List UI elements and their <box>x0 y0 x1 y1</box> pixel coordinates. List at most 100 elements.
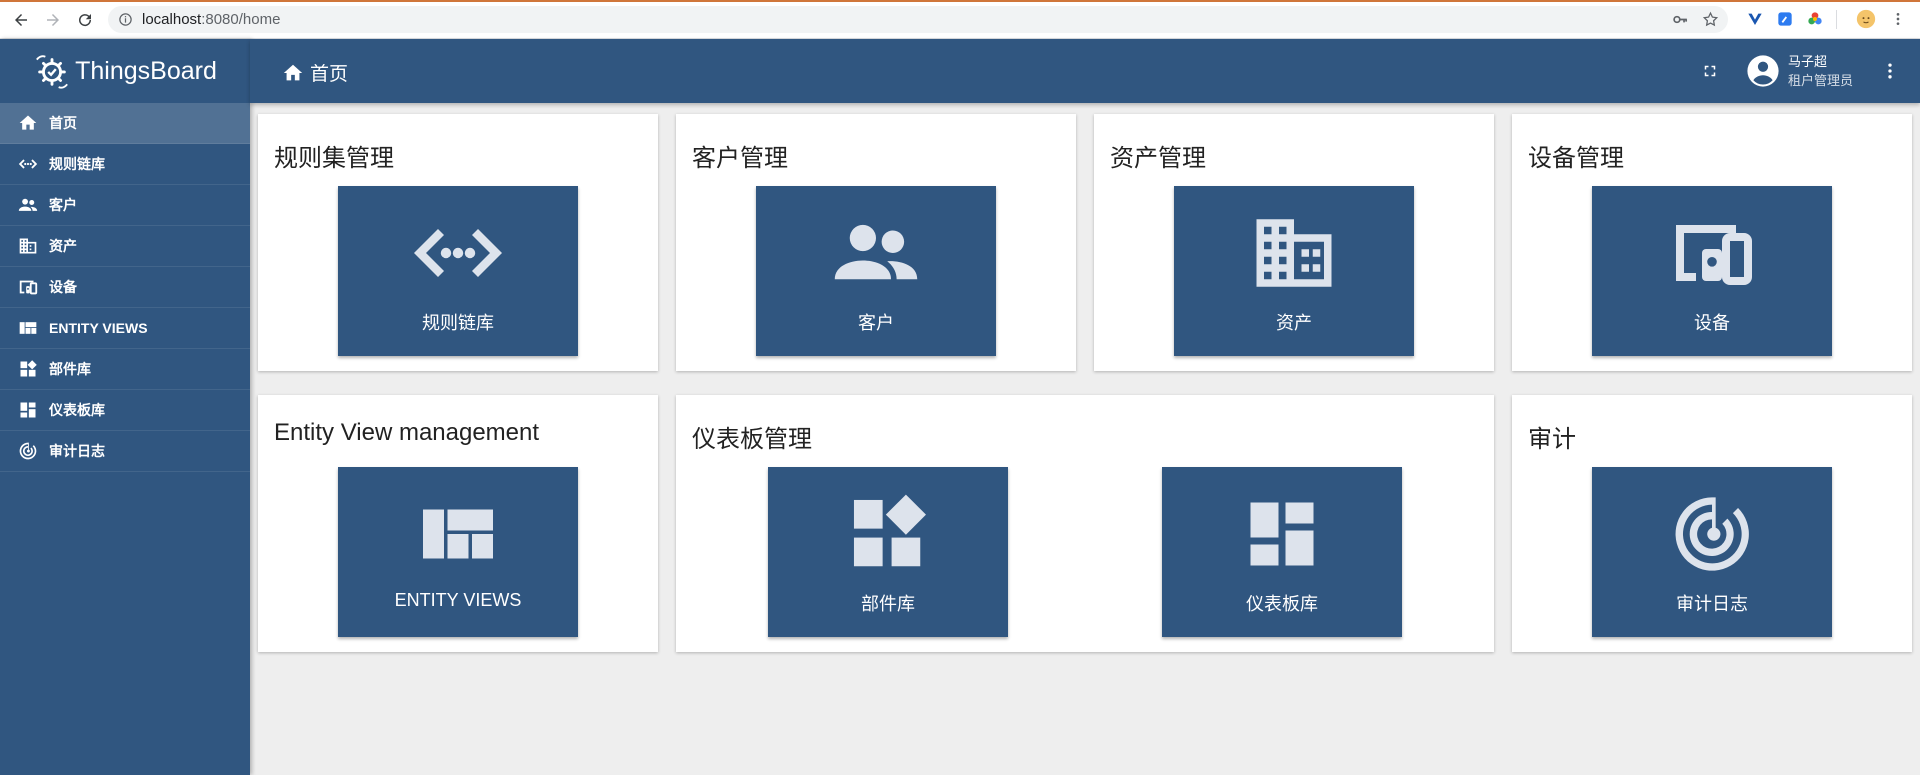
home-icon <box>283 64 303 80</box>
building-icon <box>1244 208 1344 298</box>
card-title: 规则集管理 <box>274 145 394 172</box>
card-dashboard-management: 仪表板管理 部件库 仪表板库 <box>676 395 1494 652</box>
avatar-icon <box>1856 9 1876 29</box>
tile-audit-logs[interactable]: 审计日志 <box>1592 467 1832 637</box>
tile-label: 审计日志 <box>1676 594 1748 614</box>
fullscreen-icon <box>1704 65 1716 77</box>
sidebar-item-label: ENTITY VIEWS <box>49 320 148 336</box>
url-text: localhost:8080/home <box>142 11 280 28</box>
card-audit: 审计 审计日志 <box>1512 395 1912 652</box>
tile-assets[interactable]: 资产 <box>1174 186 1414 356</box>
url-host: localhost <box>142 11 202 28</box>
sidebar-item-label: 审计日志 <box>49 443 105 459</box>
sidebar-item-label: 首页 <box>49 115 77 131</box>
tile-entity-views[interactable]: ENTITY VIEWS <box>338 467 578 637</box>
back-button[interactable] <box>9 8 33 32</box>
account-circle-icon <box>1747 55 1779 87</box>
sidebar-item-rule-chains[interactable]: 规则链库 <box>0 144 250 185</box>
sidebar-item-label: 客户 <box>49 197 77 213</box>
sidebar-item-dashboards[interactable]: 仪表板库 <box>0 390 250 431</box>
card-title: 客户管理 <box>692 145 788 172</box>
home-icon <box>17 112 39 134</box>
reload-button[interactable] <box>73 8 97 32</box>
user-name: 马子超 <box>1788 54 1828 69</box>
vertical-dots-icon <box>1888 63 1892 79</box>
star-icon[interactable] <box>1702 11 1719 28</box>
people-icon <box>826 208 926 298</box>
track-changes-icon <box>17 440 39 462</box>
devices-icon <box>1662 208 1762 298</box>
sidebar-item-label: 规则链库 <box>49 156 105 172</box>
card-entity-view-management: Entity View management ENTITY VIEWS <box>258 395 658 652</box>
sidebar-item-label: 仪表板库 <box>49 402 105 418</box>
tile-devices[interactable]: 设备 <box>1592 186 1832 356</box>
brand-logo[interactable]: ThingsBoard <box>0 39 250 103</box>
browser-menu-button[interactable] <box>1888 9 1908 29</box>
reload-icon <box>79 14 92 27</box>
card-asset-management: 资产管理 资产 <box>1094 114 1494 371</box>
view-quilt-icon <box>17 317 39 339</box>
card-rule-chain-management: 规则集管理 规则链库 <box>258 114 658 371</box>
card-title: 资产管理 <box>1110 145 1206 172</box>
breadcrumb[interactable]: 首页 <box>282 59 348 86</box>
tile-label: ENTITY VIEWS <box>394 590 522 610</box>
sidebar-item-assets[interactable]: 资产 <box>0 226 250 267</box>
top-header: 首页 马子超 租户管理员 <box>250 39 1920 103</box>
user-info: 马子超 租户管理员 <box>1788 52 1853 90</box>
code-arrows-icon <box>408 208 508 298</box>
arrow-right-icon <box>47 14 59 26</box>
track-changes-icon <box>1662 489 1762 579</box>
extension-vue-icon[interactable] <box>1745 9 1765 29</box>
code-arrows-icon <box>17 153 39 175</box>
card-title: 审计 <box>1528 426 1576 453</box>
tile-label: 设备 <box>1694 313 1730 333</box>
sidebar-item-home[interactable]: 首页 <box>0 103 250 144</box>
sidebar-item-devices[interactable]: 设备 <box>0 267 250 308</box>
dashboard-icon <box>17 399 39 421</box>
brand-name: ThingsBoard <box>75 56 217 85</box>
tile-customers[interactable]: 客户 <box>756 186 996 356</box>
info-icon[interactable] <box>118 12 133 27</box>
sidebar-item-label: 资产 <box>49 238 77 254</box>
tile-label: 资产 <box>1276 313 1312 333</box>
sidebar-item-entity-views[interactable]: ENTITY VIEWS <box>0 308 250 349</box>
dashboard-icon <box>1232 489 1332 579</box>
tile-widgets-library[interactable]: 部件库 <box>768 467 1008 637</box>
sidebar-item-widgets[interactable]: 部件库 <box>0 349 250 390</box>
card-title: 设备管理 <box>1528 145 1624 172</box>
browser-toolbar: localhost:8080/home <box>0 0 1920 39</box>
thingsboard-logo-icon <box>36 55 69 89</box>
sidebar-item-customers[interactable]: 客户 <box>0 185 250 226</box>
people-icon <box>17 194 39 216</box>
view-quilt-icon <box>408 489 508 579</box>
key-icon[interactable] <box>1672 11 1689 28</box>
card-device-management: 设备管理 设备 <box>1512 114 1912 371</box>
tile-label: 客户 <box>858 313 894 333</box>
vertical-dots-icon <box>1896 13 1900 25</box>
building-icon <box>17 235 39 257</box>
tile-label: 规则链库 <box>422 313 494 333</box>
card-title: Entity View management <box>274 419 540 446</box>
sidebar-item-label: 部件库 <box>49 361 91 377</box>
fullscreen-button[interactable] <box>1698 59 1722 83</box>
toolbar-divider <box>1836 10 1837 29</box>
breadcrumb-label: 首页 <box>310 64 349 85</box>
more-options-button[interactable] <box>1878 59 1902 83</box>
profile-avatar[interactable] <box>1856 9 1876 29</box>
sidebar-item-audit-logs[interactable]: 审计日志 <box>0 431 250 472</box>
widgets-icon <box>838 489 938 579</box>
devices-icon <box>17 276 39 298</box>
extension-colorful-icon[interactable] <box>1805 9 1825 29</box>
forward-button[interactable] <box>41 8 65 32</box>
widgets-icon <box>17 358 39 380</box>
tile-dashboards[interactable]: 仪表板库 <box>1162 467 1402 637</box>
tile-label: 部件库 <box>861 594 915 614</box>
card-customer-management: 客户管理 客户 <box>676 114 1076 371</box>
sidebar: ThingsBoard 首页 规则链库 客户 资产 设备 ENTITY VIEW… <box>0 39 250 775</box>
user-role: 租户管理员 <box>1788 73 1854 88</box>
extension-blue-icon[interactable] <box>1775 9 1795 29</box>
user-menu[interactable]: 马子超 租户管理员 <box>1746 51 1853 91</box>
tile-rule-chains[interactable]: 规则链库 <box>338 186 578 356</box>
address-bar[interactable]: localhost:8080/home <box>108 6 1728 33</box>
sidebar-menu: 首页 规则链库 客户 资产 设备 ENTITY VIEWS 部件库 仪表板库 审… <box>0 103 250 472</box>
